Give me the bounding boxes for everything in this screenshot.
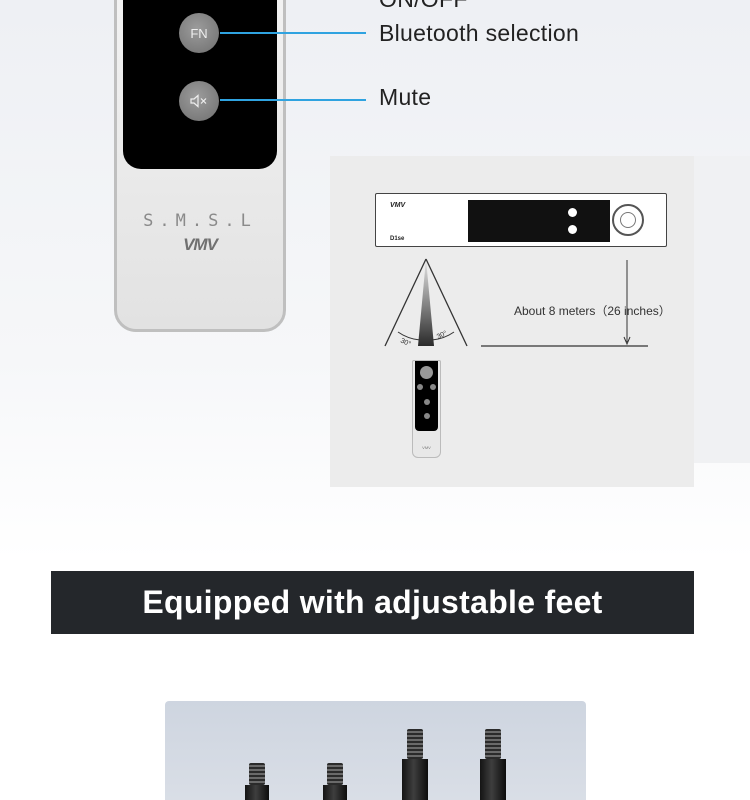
mini-remote-face [415, 361, 438, 431]
mute-icon [190, 94, 207, 108]
banner-title: Equipped with adjustable feet [142, 584, 603, 620]
remote-mute-button [179, 81, 219, 121]
adjustable-feet-photo [165, 701, 586, 800]
fn-button-label: FN [190, 25, 208, 41]
distance-label: About 8 meters（26 inches） [514, 304, 671, 318]
remote-brand-text: S.M.S.L [143, 211, 257, 231]
tall-foot [480, 729, 506, 800]
callout-mute-label: Mute [379, 84, 432, 110]
mini-remote-button [417, 384, 423, 390]
mini-remote-dpad [420, 366, 433, 379]
callout-bluetooth-label: Bluetooth selection [379, 20, 580, 46]
tall-foot [402, 729, 428, 800]
mini-remote-button [424, 413, 430, 419]
short-foot [323, 763, 347, 800]
remote-control-illustration: FN S.M.S.L VMV [114, 0, 286, 332]
angle-label-right: 30° [435, 329, 448, 341]
mini-remote-brand: VMV [422, 445, 431, 450]
callout-line-mute [220, 99, 366, 101]
mini-remote-button [430, 384, 436, 390]
remote-logo: VMV [183, 235, 218, 254]
remote-range-diagram: VMV D1se 30° 30° About 8 meters（26 inche… [330, 156, 694, 487]
mini-remote-button [424, 399, 430, 405]
remote-fn-button: FN [179, 13, 219, 53]
callout-onoff-label: ON/OFF [379, 0, 468, 13]
mini-remote-illustration: VMV [412, 360, 441, 458]
short-foot [245, 763, 269, 800]
panel-background-extension [694, 156, 750, 463]
section-banner: Equipped with adjustable feet [51, 571, 694, 634]
range-diagram-graphics: 30° 30° [384, 258, 648, 348]
callout-line-bluetooth [220, 32, 366, 34]
